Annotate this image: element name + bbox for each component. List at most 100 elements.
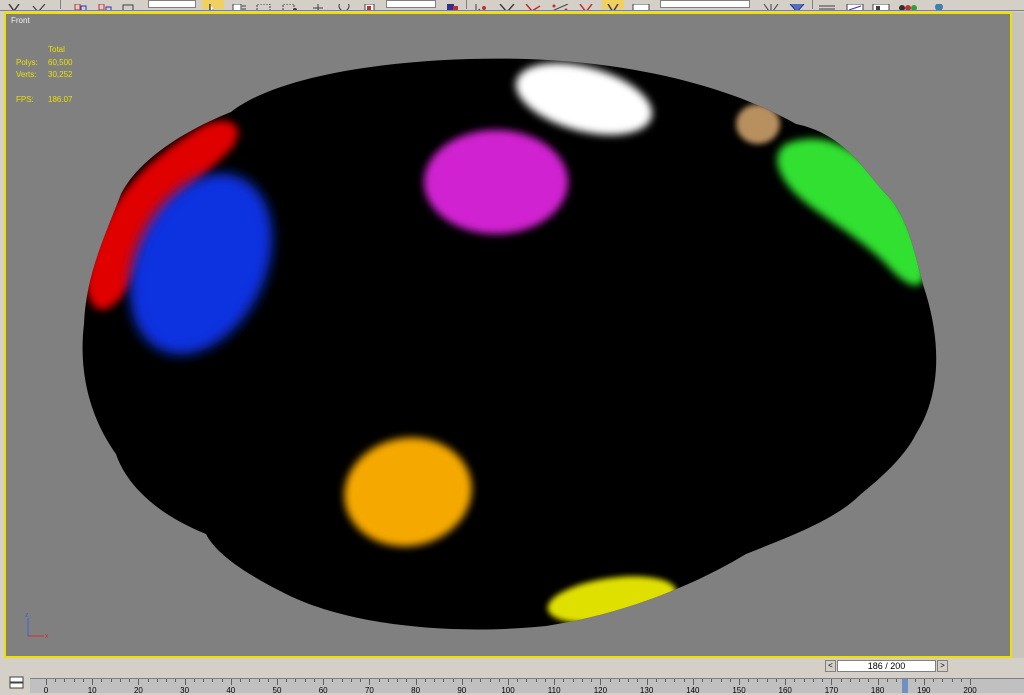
- timeline-track[interactable]: 0 10 20 30 40 50 60 70 80 90 100 110 120 130 140 150 160…: [30, 678, 1024, 695]
- timeline-tick: [461, 679, 463, 685]
- timeline-label: 190: [917, 686, 931, 695]
- named-selection-dropdown[interactable]: [660, 0, 750, 8]
- polys-value: 60,500: [48, 58, 73, 67]
- spinner-snap-icon[interactable]: [576, 0, 598, 10]
- front-viewport[interactable]: Front Total Polys: 60,500 Verts: 30,252 …: [4, 12, 1012, 658]
- scale-icon[interactable]: [360, 0, 380, 10]
- timeline-tick: [702, 679, 704, 682]
- select-icon[interactable]: [6, 0, 26, 10]
- select-by-name-icon[interactable]: [230, 0, 248, 10]
- edit-named-selection-icon[interactable]: [602, 0, 624, 10]
- time-slider[interactable]: < 186 / 200 >: [825, 660, 948, 673]
- angle-snap-icon[interactable]: [522, 0, 544, 10]
- timeline-label: 30: [180, 686, 190, 695]
- verts-label: Verts:: [16, 70, 37, 79]
- snaps-icon[interactable]: [496, 0, 518, 10]
- timeline-tick: [443, 679, 445, 682]
- mirror-icon[interactable]: [760, 0, 782, 10]
- timeline-tick: [517, 679, 519, 682]
- timeline-tick: [526, 679, 528, 682]
- stats-header: Total: [48, 45, 65, 54]
- tan-highlight: [736, 104, 780, 144]
- prev-frame-button[interactable]: <: [825, 660, 836, 672]
- timeline-tick: [535, 679, 537, 682]
- timeline-tick: [923, 679, 925, 685]
- unlink-icon[interactable]: [96, 0, 114, 10]
- timeline-label: 60: [318, 686, 328, 695]
- time-slider-track[interactable]: 186 / 200: [837, 660, 936, 672]
- timeline-tick: [489, 679, 491, 682]
- timeline-tick: [332, 679, 334, 682]
- select-manipulate-icon[interactable]: [472, 0, 490, 10]
- selection-filter-dropdown[interactable]: [148, 0, 196, 8]
- render-setup-icon[interactable]: [928, 0, 950, 10]
- rectangle-selection-icon[interactable]: [254, 0, 274, 10]
- timeline-tick: [572, 679, 574, 682]
- timeline-tick: [766, 679, 768, 682]
- timeline-tick: [591, 679, 593, 682]
- timeline-tick: [203, 679, 205, 682]
- timeline-tick: [729, 679, 731, 682]
- timeline-tick: [415, 679, 417, 685]
- percent-snap-icon[interactable]: [548, 0, 572, 10]
- track-bar-icon[interactable]: [8, 676, 26, 690]
- timeline-tick: [92, 679, 94, 685]
- align-icon[interactable]: [786, 0, 808, 10]
- timeline-tick: [193, 679, 195, 682]
- move-icon[interactable]: [308, 0, 328, 10]
- timeline-tick: [674, 679, 676, 682]
- schematic-view-icon[interactable]: [870, 0, 892, 10]
- timeline-tick: [295, 679, 297, 682]
- scene-canvas[interactable]: [6, 14, 1010, 656]
- next-frame-button[interactable]: >: [937, 660, 948, 672]
- timeline-tick: [877, 679, 879, 685]
- timeline-label: 70: [364, 686, 374, 695]
- timeline-tick: [748, 679, 750, 682]
- timeline-tick: [212, 679, 214, 682]
- timeline-tick: [258, 679, 260, 682]
- link-icon[interactable]: [72, 0, 90, 10]
- timeline-tick: [166, 679, 168, 682]
- window-crossing-icon[interactable]: [280, 0, 300, 10]
- timeline-tick: [720, 679, 722, 682]
- viewport-right-edge: [1012, 12, 1024, 658]
- reference-coordinate-dropdown[interactable]: [386, 0, 436, 8]
- timeline-tick: [64, 679, 66, 682]
- timeline-tick: [406, 679, 408, 682]
- material-editor-icon[interactable]: [896, 0, 918, 10]
- select-object-icon[interactable]: [202, 0, 224, 10]
- timeline-tick: [313, 679, 315, 682]
- timeline-tick: [840, 679, 842, 682]
- timeline-tick: [55, 679, 57, 682]
- timeline-label: 180: [870, 686, 885, 695]
- timeline-tick: [452, 679, 454, 682]
- timeline-tick: [277, 679, 278, 685]
- timeline-cursor[interactable]: [902, 679, 909, 693]
- viewport-label[interactable]: Front: [11, 16, 30, 25]
- timeline-tick: [434, 679, 436, 682]
- timeline-label: 160: [778, 686, 792, 695]
- rotate-icon[interactable]: [334, 0, 354, 10]
- timeline-label: 80: [411, 686, 421, 695]
- named-selection-abc-icon[interactable]: [630, 0, 654, 10]
- timeline-tick: [563, 679, 565, 682]
- bind-icon[interactable]: [120, 0, 138, 10]
- timeline-tick: [637, 679, 639, 682]
- timeline-label: 10: [87, 686, 97, 695]
- timeline-tick: [323, 679, 325, 685]
- layer-manager-icon[interactable]: [816, 0, 838, 10]
- timeline-tick: [757, 679, 759, 682]
- timeline-tick: [101, 679, 103, 682]
- timeline-tick: [82, 679, 84, 682]
- timeline-tick: [609, 679, 611, 682]
- pivot-icon[interactable]: [444, 0, 462, 10]
- timeline-tick: [628, 679, 630, 682]
- checkmark-icon[interactable]: [30, 0, 48, 10]
- timeline-tick: [859, 679, 861, 682]
- timeline-label: 200: [963, 686, 977, 695]
- curve-editor-icon[interactable]: [844, 0, 866, 10]
- timeline-tick: [230, 679, 232, 685]
- timeline-label: 40: [226, 686, 236, 695]
- fps-label: FPS:: [16, 95, 34, 104]
- timeline-ruler[interactable]: 0 10 20 30 40 50 60 70 80 90 100 110 120 130 140 150 160…: [0, 674, 1024, 695]
